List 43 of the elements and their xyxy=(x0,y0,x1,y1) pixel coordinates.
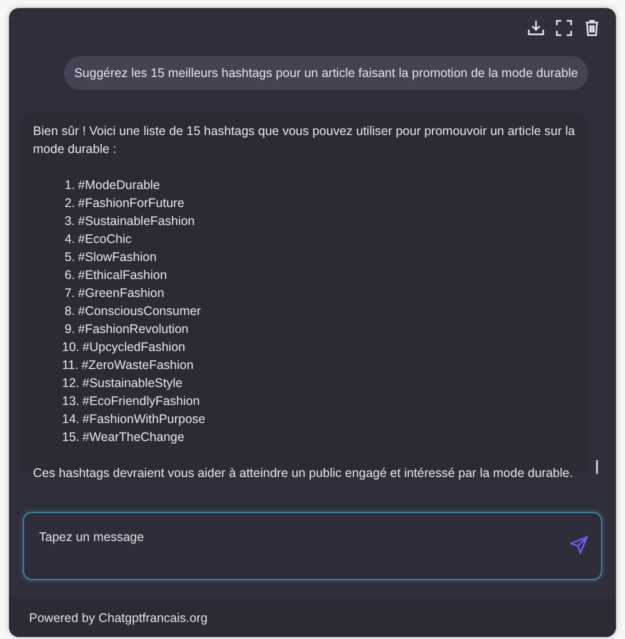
message-text: Ces hashtags devraient vous aider à atteindre un public engagé et intéressé par la mode durable. xyxy=(33,465,574,482)
hashtag-text: #UpcycledFashion xyxy=(82,339,186,356)
list-number: 10. xyxy=(62,339,80,356)
list-number: 1. xyxy=(64,177,75,194)
hashtag-text: #FashionForFuture xyxy=(78,195,184,212)
download-button[interactable] xyxy=(526,18,546,38)
user-message: Suggérez les 15 meilleurs hashtags pour un article faisant la promotion de la mode durable xyxy=(64,56,588,90)
hashtag-text: #SlowFashion xyxy=(78,249,157,266)
powered-by-text: Powered by Chatgptfrancais.org xyxy=(29,610,208,624)
hashtag-text: #ZeroWasteFashion xyxy=(81,357,194,374)
scrollbar-thumb[interactable] xyxy=(596,460,598,474)
list-number: 15. xyxy=(62,429,80,446)
list-number: 2. xyxy=(64,195,75,212)
fullscreen-icon xyxy=(555,19,573,37)
list-number: 7. xyxy=(64,285,75,302)
hashtag-text: #SustainableStyle xyxy=(82,375,182,392)
hashtag-text: #SustainableFashion xyxy=(78,213,195,230)
trash-icon xyxy=(583,19,601,37)
message-text: Bien sûr ! Voici une liste de 15 hashtags que vous pouvez utiliser pour promouvoir un article sur la mode durable : xyxy=(33,123,576,158)
hashtag-text: #ConsciousConsumer xyxy=(78,303,201,320)
download-icon xyxy=(527,19,545,37)
list-number: 3. xyxy=(64,213,75,230)
list-number: 11. xyxy=(62,357,78,374)
send-icon xyxy=(569,535,589,555)
list-number: 13. xyxy=(62,393,80,410)
hashtag-text: #GreenFashion xyxy=(78,285,164,302)
list-number: 4. xyxy=(64,231,75,248)
message-input[interactable]: Tapez un message xyxy=(37,529,569,545)
list-number: 9. xyxy=(64,321,75,338)
list-number: 6. xyxy=(64,267,75,284)
hashtag-text: #ModeDurable xyxy=(78,177,160,194)
hashtag-text: #EthicalFashion xyxy=(78,267,167,284)
fullscreen-button[interactable] xyxy=(554,18,574,38)
list-number: 5. xyxy=(64,249,75,266)
list-number: 8. xyxy=(64,303,75,320)
hashtag-text: #FashionWithPurpose xyxy=(82,411,206,428)
hashtag-text: #EcoFriendlyFashion xyxy=(82,393,200,410)
hashtag-text: #WearTheChange xyxy=(82,429,184,446)
send-button[interactable] xyxy=(569,535,589,555)
hashtag-text: #EcoChic xyxy=(78,231,132,248)
hashtag-text: #FashionRevolution xyxy=(78,321,188,338)
list-number: 12. xyxy=(62,375,80,392)
list-number: 14. xyxy=(62,411,80,428)
